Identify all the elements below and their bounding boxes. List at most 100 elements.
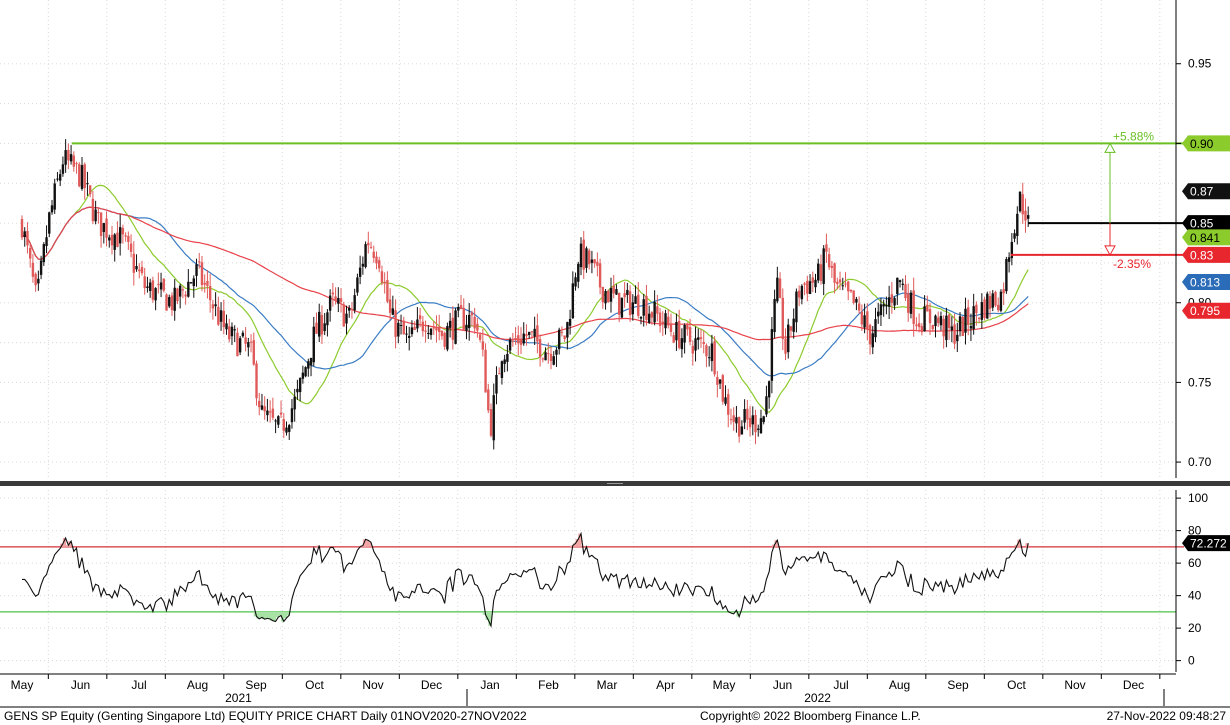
candle-body — [574, 277, 577, 287]
x-tick-label: Aug — [889, 678, 910, 692]
candle-body — [206, 280, 209, 286]
candle-body — [863, 315, 866, 328]
year-label: 2021 — [225, 691, 252, 705]
candle-body — [907, 293, 910, 313]
candle-body — [623, 293, 626, 298]
candle-body — [759, 418, 763, 434]
candle-body — [408, 335, 411, 338]
candle-body — [468, 314, 471, 329]
candle-body — [773, 298, 776, 333]
candle-body — [961, 316, 964, 336]
candle-body — [795, 291, 798, 323]
candle-body — [170, 295, 174, 311]
candle-body — [620, 297, 624, 318]
candle-body — [328, 295, 332, 311]
candle-body — [58, 174, 62, 181]
candle-body — [427, 332, 430, 334]
candle-body — [258, 400, 261, 408]
candle-body — [538, 339, 542, 358]
candle-body — [571, 283, 575, 319]
candle-body — [645, 296, 648, 320]
x-tick-label: Jul — [833, 678, 848, 692]
candle-body — [473, 316, 476, 329]
candle-body — [754, 414, 757, 433]
candle-body — [937, 317, 940, 324]
candle-body — [967, 307, 970, 325]
candle-body — [923, 306, 926, 332]
candle-body — [465, 324, 468, 331]
candle-body — [522, 333, 525, 344]
ref-badge-0.83: 0.83 — [1182, 246, 1230, 263]
candle-body — [320, 315, 324, 335]
candle-body — [598, 263, 602, 288]
candle-body — [61, 164, 65, 174]
candle-body — [817, 263, 820, 281]
rsi-y-tick-label: 40 — [1188, 589, 1202, 603]
candle-body — [342, 304, 345, 327]
candle-body — [710, 343, 714, 362]
candle-body — [566, 322, 569, 338]
candle-body — [56, 178, 59, 180]
candle-body — [999, 291, 1003, 311]
candle-body — [184, 294, 187, 297]
candle-body — [500, 361, 504, 378]
candle-body — [187, 281, 190, 297]
candle-body — [369, 246, 373, 248]
candle-body — [435, 326, 438, 331]
candle-body — [866, 311, 869, 330]
candle-body — [593, 259, 596, 264]
candle-body — [165, 294, 168, 311]
candle-body — [236, 332, 239, 357]
background — [0, 0, 1230, 725]
x-tick-label: Jun — [773, 678, 792, 692]
candle-body — [383, 281, 386, 284]
candle-body — [279, 412, 283, 415]
candle-body — [735, 417, 738, 424]
candle-body — [514, 337, 517, 340]
x-tick-label: May — [713, 678, 736, 692]
candle-body — [42, 244, 46, 263]
candle-body — [304, 367, 307, 377]
candle-body — [298, 378, 302, 393]
candle-body — [833, 263, 836, 283]
candle-body — [413, 326, 416, 330]
candle-body — [233, 329, 236, 331]
candle-body — [945, 315, 948, 341]
candle-body — [116, 232, 119, 247]
candle-body — [904, 284, 907, 299]
candle-body — [716, 376, 719, 385]
candle-body — [517, 335, 520, 344]
candle-body — [503, 359, 506, 364]
candle-body — [416, 319, 419, 329]
footer-copyright: Copyright© 2022 Bloomberg Finance L.P. — [700, 709, 921, 723]
candle-body — [868, 324, 872, 345]
candle-body — [143, 276, 146, 289]
candle-body — [803, 283, 806, 285]
candle-body — [1002, 289, 1005, 294]
candle-body — [691, 345, 694, 354]
candle-body — [402, 320, 405, 335]
candle-body — [372, 251, 375, 258]
candle-body — [705, 345, 708, 357]
candle-body — [939, 315, 943, 326]
candle-body — [582, 239, 585, 270]
ref-badge-0.85: 0.85 — [1182, 215, 1230, 232]
candle-body — [339, 298, 343, 302]
candle-body — [525, 334, 528, 337]
candle-body — [885, 304, 888, 307]
candle-body — [345, 313, 348, 324]
candle-body — [860, 311, 864, 325]
candle-body — [288, 425, 291, 432]
candle-body — [557, 329, 561, 350]
candle-body — [228, 326, 231, 340]
candle-body — [225, 323, 228, 330]
candle-body — [732, 415, 735, 422]
candle-body — [909, 292, 913, 314]
candle-body — [977, 317, 981, 319]
candle-body — [255, 363, 258, 399]
candle-body — [541, 358, 545, 360]
candle-body — [189, 282, 193, 284]
candle-body — [887, 297, 891, 307]
candle-body — [282, 419, 285, 431]
candle-body — [195, 264, 198, 276]
